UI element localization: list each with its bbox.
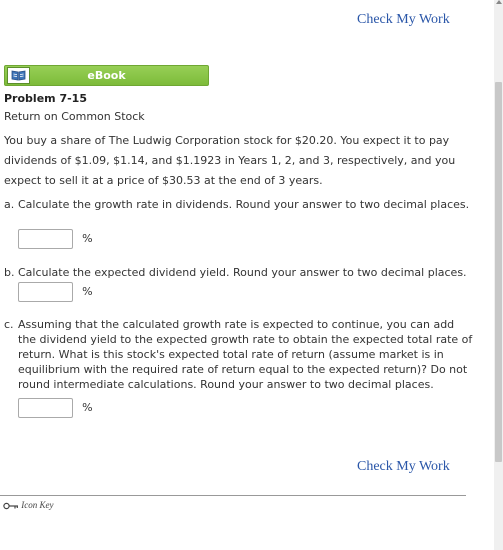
question-text: Calculate the growth rate in dividends. …: [18, 198, 470, 211]
check-my-work-link-top[interactable]: Check My Work: [357, 12, 450, 28]
answer-row-a: %: [18, 228, 93, 249]
vertical-scrollbar[interactable]: [494, 0, 503, 550]
answer-input-c[interactable]: [18, 397, 73, 418]
answer-row-c: %: [18, 397, 93, 418]
percent-unit: %: [82, 285, 93, 298]
question-letter: b.: [4, 266, 15, 279]
scroll-up-arrow-icon[interactable]: [496, 0, 502, 4]
check-my-work-link-bottom[interactable]: Check My Work: [357, 459, 450, 475]
question-letter: a.: [4, 198, 15, 211]
ebook-button[interactable]: eBook: [4, 65, 209, 86]
answer-row-b: %: [18, 281, 93, 302]
icon-key-label: Icon Key: [21, 500, 54, 510]
answer-input-b[interactable]: [18, 281, 73, 302]
ebook-label: eBook: [87, 69, 126, 82]
question-text: Assuming that the calculated growth rate…: [18, 318, 473, 391]
question-text: Calculate the expected dividend yield. R…: [18, 266, 467, 279]
problem-title: Problem 7-15: [4, 92, 87, 105]
problem-statement: You buy a share of The Ludwig Corporatio…: [4, 134, 456, 187]
question-letter: c.: [4, 318, 14, 331]
question-c: c. Assuming that the calculated growth r…: [4, 317, 474, 392]
percent-unit: %: [82, 232, 93, 245]
answer-input-a[interactable]: [18, 228, 73, 249]
scrollbar-thumb[interactable]: [495, 82, 502, 462]
problem-subtitle: Return on Common Stock: [4, 110, 145, 123]
footer-divider: [0, 495, 466, 496]
icon-key-link[interactable]: Icon Key: [3, 500, 53, 514]
percent-unit: %: [82, 401, 93, 414]
question-a: a. Calculate the growth rate in dividend…: [4, 197, 474, 212]
question-b: b. Calculate the expected dividend yield…: [4, 265, 474, 280]
key-icon: [3, 500, 21, 510]
